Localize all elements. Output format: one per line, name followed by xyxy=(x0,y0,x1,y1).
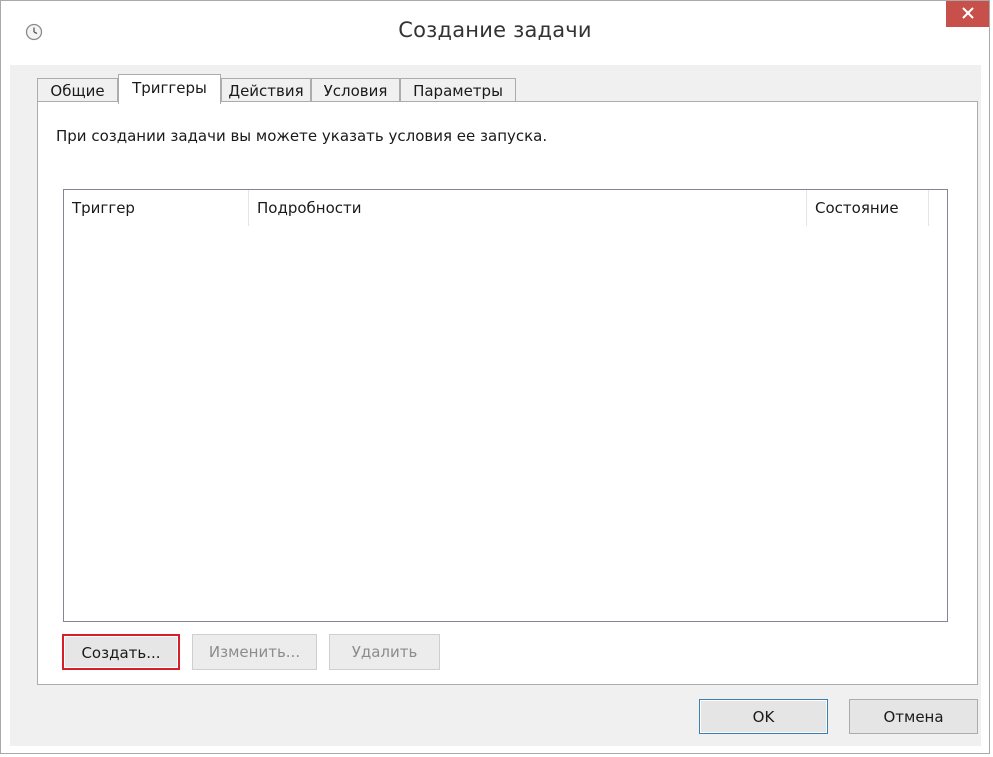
delete-trigger-button[interactable]: Удалить xyxy=(329,634,440,670)
column-header-trigger[interactable]: Триггер xyxy=(64,190,249,226)
dialog-client-area: Общие Триггеры Действия Условия Параметр… xyxy=(10,65,981,746)
column-header-details[interactable]: Подробности xyxy=(249,190,807,226)
triggers-intro-text: При создании задачи вы можете указать ус… xyxy=(56,127,548,145)
triggers-tab-panel: При создании задачи вы можете указать ус… xyxy=(37,101,978,685)
create-trigger-button[interactable]: Создать... xyxy=(62,634,180,670)
close-button[interactable] xyxy=(946,1,989,27)
triggers-list-header: Триггер Подробности Состояние xyxy=(64,190,947,226)
tab-settings[interactable]: Параметры xyxy=(400,78,516,102)
column-header-status[interactable]: Состояние xyxy=(807,190,929,226)
ok-button[interactable]: OK xyxy=(699,699,828,734)
tab-triggers[interactable]: Триггеры xyxy=(118,74,221,104)
window-title: Создание задачи xyxy=(398,18,592,42)
column-header-filler xyxy=(929,190,947,226)
tab-general[interactable]: Общие xyxy=(37,78,118,102)
title-bar[interactable]: Создание задачи xyxy=(1,1,989,65)
close-icon xyxy=(961,5,975,24)
cancel-button[interactable]: Отмена xyxy=(849,699,978,734)
create-task-window: Создание задачи Общие Триггеры Действия … xyxy=(0,0,990,754)
tab-conditions[interactable]: Условия xyxy=(311,78,400,102)
edit-trigger-button[interactable]: Изменить... xyxy=(192,634,317,670)
tab-actions[interactable]: Действия xyxy=(221,78,311,102)
triggers-list[interactable]: Триггер Подробности Состояние xyxy=(63,189,948,622)
